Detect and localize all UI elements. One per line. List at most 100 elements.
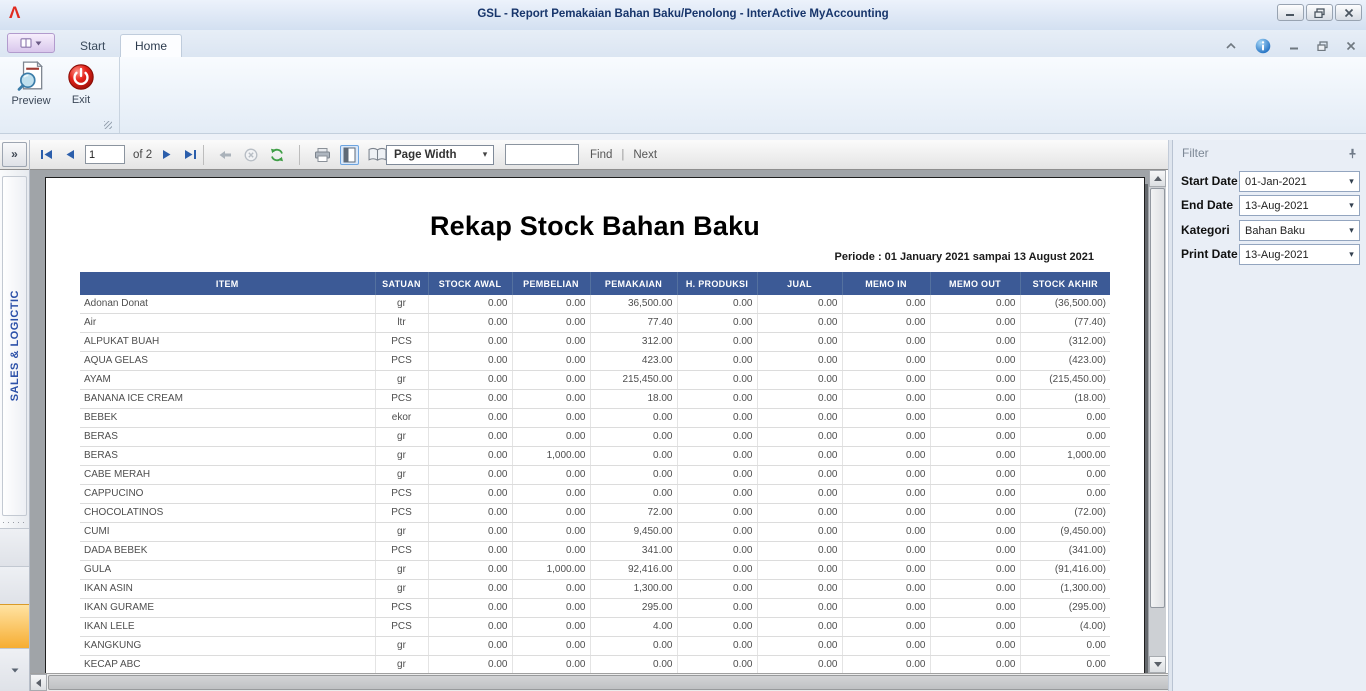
- table-cell: 0.00: [757, 333, 842, 352]
- collapse-ribbon-button[interactable]: [1223, 40, 1239, 52]
- table-cell: 0.00: [512, 618, 590, 637]
- toolbar-separator: [203, 145, 204, 165]
- auto-hide-pin-button[interactable]: [1347, 146, 1358, 164]
- find-next-button[interactable]: Next: [633, 149, 657, 161]
- table-cell: 0.00: [677, 618, 757, 637]
- scroll-left-button[interactable]: [30, 674, 47, 691]
- application-window: Λ GSL - Report Pemakaian Bahan Baku/Peno…: [0, 0, 1366, 691]
- column-header: JUAL: [757, 272, 842, 295]
- table-row: AYAMgr0.000.00215,450.000.000.000.000.00…: [80, 371, 1110, 390]
- stop-rendering-button[interactable]: [242, 146, 260, 164]
- table-cell: 0.00: [512, 485, 590, 504]
- scroll-up-button[interactable]: [1149, 170, 1166, 187]
- next-page-button[interactable]: [160, 147, 174, 162]
- sidebar-item-sales-logictic[interactable]: SALES & LOGICTIC: [2, 176, 27, 516]
- table-cell: 0.00: [590, 447, 677, 466]
- table-cell: gr: [375, 561, 428, 580]
- application-menu-button[interactable]: [7, 33, 55, 53]
- preview-button[interactable]: Preview: [8, 60, 54, 126]
- rail-overflow-button[interactable]: [0, 648, 29, 691]
- table-cell: 0.00: [930, 561, 1020, 580]
- chevron-down-icon: ▾: [1344, 200, 1359, 211]
- find-button[interactable]: Find: [590, 149, 612, 161]
- table-cell: BANANA ICE CREAM: [80, 390, 375, 409]
- refresh-button[interactable]: [267, 145, 287, 165]
- table-cell: 0.00: [677, 428, 757, 447]
- horizontal-scrollbar[interactable]: [30, 673, 1340, 691]
- table-cell: 0.00: [842, 333, 930, 352]
- table-cell: 0.00: [757, 314, 842, 333]
- exit-button[interactable]: Exit: [58, 60, 104, 126]
- table-cell: 0.00: [1020, 409, 1110, 428]
- zoom-select[interactable]: Page Width ▾: [386, 145, 494, 165]
- table-cell: 423.00: [590, 352, 677, 371]
- next-page-icon: [162, 149, 172, 160]
- table-row: Adonan Donatgr0.000.0036,500.000.000.000…: [80, 295, 1110, 314]
- table-cell: gr: [375, 428, 428, 447]
- previous-page-button[interactable]: [63, 147, 77, 162]
- table-cell: (341.00): [1020, 542, 1110, 561]
- close-button[interactable]: [1335, 4, 1362, 21]
- table-cell: 0.00: [428, 580, 512, 599]
- print-layout-toggle-button[interactable]: [340, 145, 359, 165]
- page-number-input[interactable]: [85, 145, 125, 164]
- print-button[interactable]: [312, 145, 333, 165]
- horizontal-scrollbar-thumb[interactable]: [48, 675, 1258, 690]
- table-cell: 0.00: [590, 409, 677, 428]
- triangle-up-icon: [1154, 176, 1162, 181]
- rail-splitter-handle[interactable]: ·····: [0, 518, 29, 526]
- help-button[interactable]: [1253, 36, 1273, 56]
- title-bar: Λ GSL - Report Pemakaian Bahan Baku/Peno…: [0, 0, 1366, 31]
- start-date-select[interactable]: 01-Jan-2021 ▾: [1239, 171, 1360, 192]
- table-cell: 0.00: [512, 371, 590, 390]
- column-header: STOCK AKHIR: [1020, 272, 1110, 295]
- table-cell: 0.00: [677, 637, 757, 656]
- table-row: CABE MERAHgr0.000.000.000.000.000.000.00…: [80, 466, 1110, 485]
- table-cell: AQUA GELAS: [80, 352, 375, 371]
- table-cell: 0.00: [757, 390, 842, 409]
- table-cell: PCS: [375, 333, 428, 352]
- last-page-button[interactable]: [182, 147, 199, 162]
- table-cell: gr: [375, 580, 428, 599]
- table-cell: 0.00: [512, 333, 590, 352]
- vertical-scrollbar-thumb[interactable]: [1150, 188, 1165, 608]
- expand-panel-button[interactable]: »: [2, 142, 27, 167]
- vertical-scrollbar[interactable]: [1148, 170, 1166, 673]
- table-cell: 0.00: [677, 333, 757, 352]
- table-cell: 0.00: [428, 409, 512, 428]
- restore-button[interactable]: [1306, 4, 1333, 21]
- rail-nav-button[interactable]: [0, 566, 29, 604]
- table-cell: 0.00: [842, 580, 930, 599]
- first-page-button[interactable]: [38, 147, 55, 162]
- print-date-select[interactable]: 13-Aug-2021 ▾: [1239, 244, 1360, 265]
- table-cell: gr: [375, 656, 428, 674]
- back-button[interactable]: [216, 147, 235, 163]
- minimize-button[interactable]: [1277, 4, 1304, 21]
- rail-nav-button[interactable]: [0, 528, 29, 566]
- table-row: IKAN LELEPCS0.000.004.000.000.000.000.00…: [80, 618, 1110, 637]
- kategori-select[interactable]: Bahan Baku ▾: [1239, 220, 1360, 241]
- tab-start[interactable]: Start: [66, 34, 119, 57]
- table-cell: 0.00: [757, 447, 842, 466]
- table-cell: 0.00: [930, 504, 1020, 523]
- search-input[interactable]: [505, 144, 579, 165]
- mdi-minimize-button[interactable]: [1287, 40, 1301, 52]
- end-date-select[interactable]: 13-Aug-2021 ▾: [1239, 195, 1360, 216]
- table-cell: 0.00: [842, 656, 930, 674]
- table-cell: gr: [375, 295, 428, 314]
- table-cell: 0.00: [842, 542, 930, 561]
- column-header: MEMO OUT: [930, 272, 1020, 295]
- table-cell: 0.00: [428, 618, 512, 637]
- rail-nav-button-active[interactable]: [0, 604, 29, 648]
- print-date-value: 13-Aug-2021: [1240, 249, 1344, 261]
- mdi-close-button[interactable]: [1344, 39, 1358, 53]
- table-cell: 1,000.00: [512, 561, 590, 580]
- scroll-down-button[interactable]: [1149, 656, 1166, 673]
- triangle-left-icon: [36, 679, 41, 687]
- mdi-restore-button[interactable]: [1315, 39, 1330, 53]
- refresh-icon: [269, 147, 285, 163]
- table-cell: 72.00: [590, 504, 677, 523]
- table-cell: 295.00: [590, 599, 677, 618]
- table-cell: Air: [80, 314, 375, 333]
- tab-home[interactable]: Home: [120, 34, 182, 57]
